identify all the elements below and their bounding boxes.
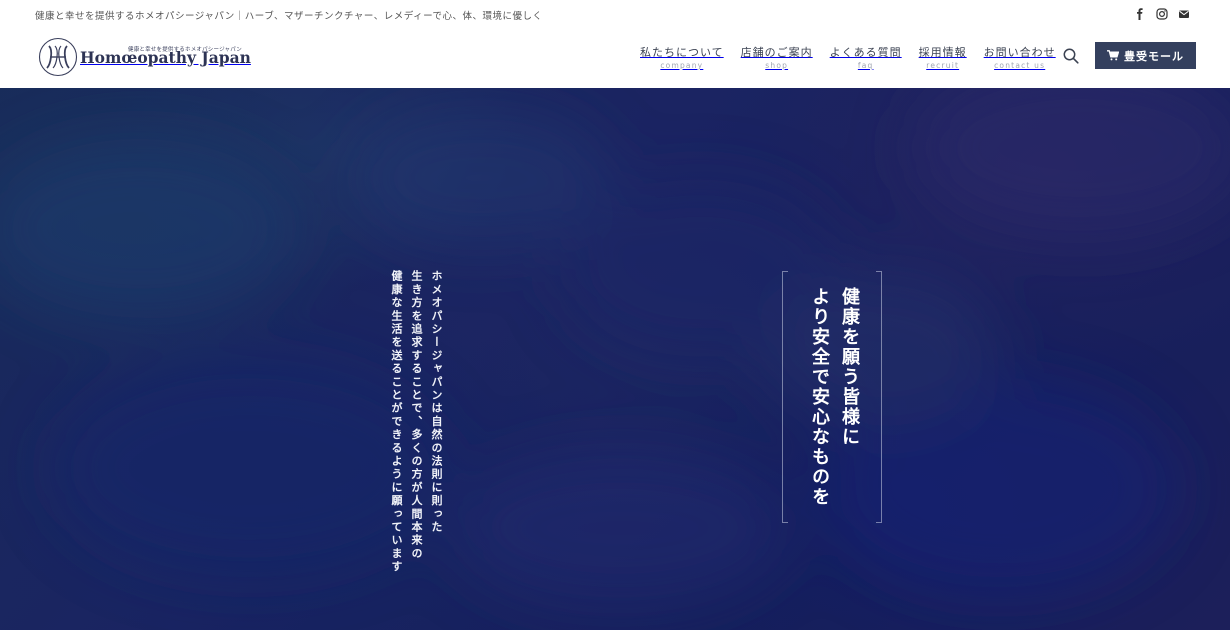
logo-subtitle: 健康と幸せを提供するホメオパシージャパン — [128, 46, 242, 53]
nav-sublabel: faq — [857, 61, 874, 70]
nav-item-faq[interactable]: よくある質問 faq — [830, 44, 902, 70]
bracket-left — [782, 271, 788, 523]
nav-label: よくある質問 — [829, 46, 902, 59]
facebook-icon[interactable] — [1134, 8, 1146, 20]
site-logo[interactable]: 健康と幸せを提供するホメオパシージャパン Homœopathy Japan — [38, 36, 251, 78]
hero-headline: 健康を願う皆様に より安全で安心なものを — [804, 287, 864, 511]
instagram-icon[interactable] — [1156, 8, 1168, 20]
hero-section: 健康を願う皆様に より安全で安心なものを ホメオパシージャパンは自然の法則に則っ… — [0, 88, 1230, 630]
mail-icon[interactable] — [1178, 8, 1190, 20]
site-header: 健康と幸せを提供するホメオパシージャパン Homœopathy Japan 私た… — [0, 28, 1230, 88]
body-line-1: ホメオパシージャパンは自然の法則に則った — [430, 270, 443, 534]
nav-label: お問い合わせ — [983, 46, 1056, 59]
nav-item-contact[interactable]: お問い合わせ contact us — [984, 44, 1056, 70]
shop-mall-label: 豊受モール — [1124, 49, 1184, 63]
nav-sublabel: shop — [765, 61, 789, 70]
hero-background — [0, 88, 1230, 608]
nav-item-recruit[interactable]: 採用情報 recruit — [919, 44, 967, 70]
social-links — [1134, 8, 1190, 20]
body-line-2: 生き方を追求することで、多くの方が人間本来の — [410, 270, 423, 561]
nav-label: 店舗のご案内 — [740, 46, 813, 59]
hero-headline-box: 健康を願う皆様に より安全で安心なものを — [782, 271, 882, 523]
headline-line-1: 健康を願う皆様に — [839, 287, 860, 447]
cart-icon — [1107, 50, 1119, 61]
nav-item-company[interactable]: 私たちについて company — [640, 44, 724, 70]
nav-sublabel: company — [660, 61, 704, 70]
logo-emblem-icon — [38, 37, 78, 77]
search-icon[interactable] — [1062, 47, 1080, 65]
bracket-right — [876, 271, 882, 523]
main-nav: 私たちについて company 店舗のご案内 shop よくある質問 faq 採… — [640, 44, 1056, 70]
nav-label: 採用情報 — [918, 46, 967, 59]
nav-item-shop[interactable]: 店舗のご案内 shop — [741, 44, 813, 70]
body-line-3: 健康な生活を送ることができるように願っています — [390, 270, 403, 574]
top-bar: 健康と幸せを提供するホメオパシージャパン｜ハーブ、マザーチンクチャー、レメディー… — [0, 0, 1230, 28]
nav-sublabel: recruit — [926, 61, 960, 70]
shop-mall-button[interactable]: 豊受モール — [1095, 42, 1196, 69]
nav-label: 私たちについて — [640, 46, 724, 59]
nav-sublabel: contact us — [994, 61, 1046, 70]
headline-line-2: より安全で安心なものを — [809, 287, 830, 507]
hero-body-copy: ホメオパシージャパンは自然の法則に則った 生き方を追求することで、多くの方が人間… — [386, 270, 446, 574]
site-tagline: 健康と幸せを提供するホメオパシージャパン｜ハーブ、マザーチンクチャー、レメディー… — [35, 11, 543, 22]
